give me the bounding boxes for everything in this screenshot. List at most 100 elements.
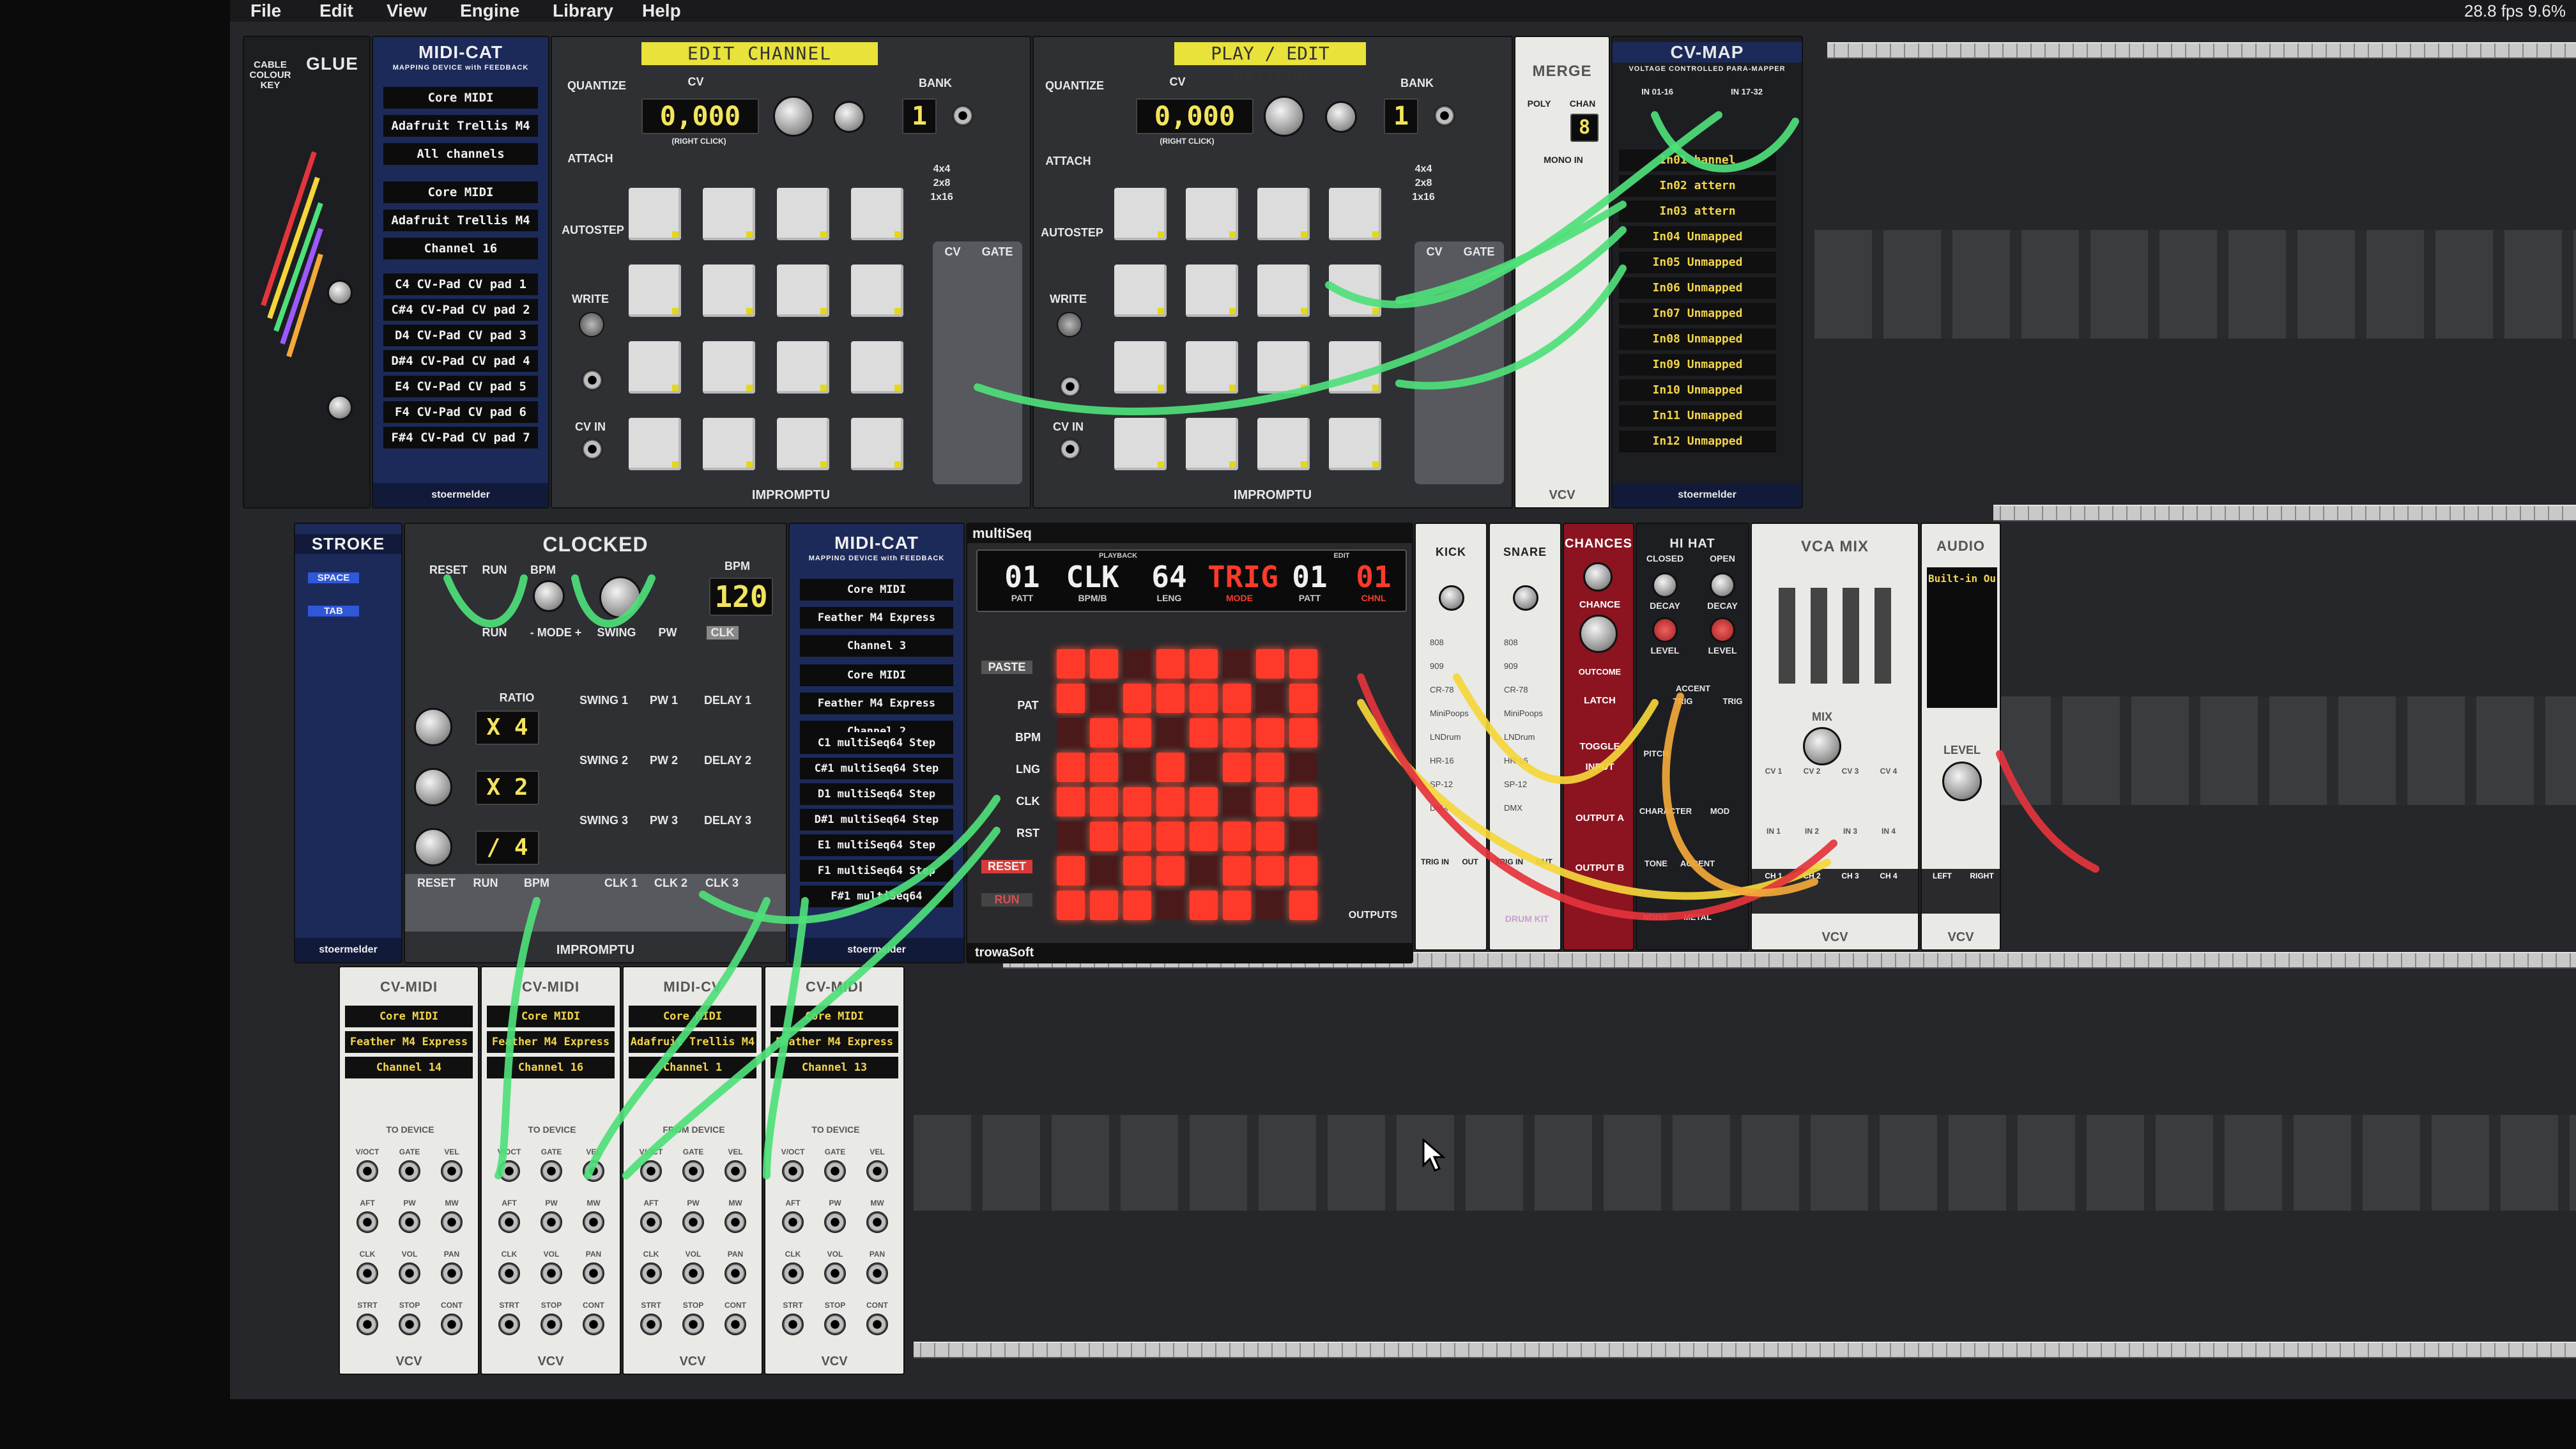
step-button[interactable] xyxy=(1190,787,1218,816)
mapping-slot[interactable]: E1 multiSeq64 Step xyxy=(800,834,953,856)
step-button[interactable] xyxy=(1289,891,1317,920)
step-button[interactable] xyxy=(1090,891,1118,920)
step-button[interactable] xyxy=(1123,856,1151,885)
mapping-slot[interactable]: In03 attern xyxy=(1619,201,1776,222)
chance-knob[interactable] xyxy=(1583,562,1613,592)
step-button[interactable] xyxy=(1190,891,1218,920)
midi-driver[interactable]: Core MIDI xyxy=(345,1006,473,1027)
menu-view[interactable]: View xyxy=(387,0,427,22)
mapping-slot[interactable]: F4 CV-Pad CV pad 6 xyxy=(383,401,538,423)
mapping-slot[interactable]: D4 CV-Pad CV pad 3 xyxy=(383,325,538,346)
step-button[interactable] xyxy=(1057,684,1085,713)
run-button[interactable]: RUN xyxy=(981,893,1032,907)
write-jack[interactable] xyxy=(581,369,603,391)
port-jack[interactable] xyxy=(866,1211,888,1233)
mapping-slot[interactable]: In09 Unmapped xyxy=(1619,354,1776,376)
label-knob[interactable] xyxy=(327,280,353,305)
step-button[interactable] xyxy=(1156,856,1184,885)
cv-value-display[interactable]: 0,000 xyxy=(641,98,759,134)
audio-device-display[interactable]: Built-in Ou xyxy=(1927,567,1997,708)
channel-count-display[interactable]: 8 xyxy=(1570,114,1598,142)
drum-model-option[interactable]: DMX xyxy=(1430,803,1448,813)
midi-device[interactable]: Feather M4 Express xyxy=(487,1031,615,1053)
step-button[interactable] xyxy=(1256,753,1284,782)
open-level-knob[interactable] xyxy=(1710,617,1735,643)
menu-edit[interactable]: Edit xyxy=(319,0,353,22)
port-jack[interactable] xyxy=(356,1314,378,1335)
cv-pad[interactable] xyxy=(851,341,903,394)
step-button[interactable] xyxy=(1057,822,1085,851)
mapping-list[interactable]: C4 CV-Pad CV pad 1 C#4 CV-Pad CV pad 2 D… xyxy=(383,273,538,452)
mapping-slot[interactable]: In01 hannel xyxy=(1619,150,1776,171)
step-button[interactable] xyxy=(1289,718,1317,747)
drum-model-option[interactable]: HR-16 xyxy=(1504,756,1528,765)
step-button[interactable] xyxy=(1123,684,1151,713)
midi-driver[interactable]: Core MIDI xyxy=(383,87,538,109)
cv-pad[interactable] xyxy=(851,418,903,470)
midi-driver[interactable]: Core MIDI xyxy=(487,1006,615,1027)
port-jack[interactable] xyxy=(583,1160,604,1182)
channel-fader[interactable] xyxy=(1779,588,1795,684)
cv-pad[interactable] xyxy=(1329,188,1381,240)
size-2x8[interactable]: 2x8 xyxy=(923,178,961,189)
port-jack[interactable] xyxy=(540,1160,562,1182)
port-jack[interactable] xyxy=(441,1314,463,1335)
step-button[interactable] xyxy=(1256,891,1284,920)
drum-model-option[interactable]: SP-12 xyxy=(1504,779,1527,789)
mapping-slot[interactable]: In02 attern xyxy=(1619,175,1776,197)
snare-model-knob[interactable] xyxy=(1513,585,1538,611)
step-button[interactable] xyxy=(1190,718,1218,747)
step-button[interactable] xyxy=(1123,822,1151,851)
menu-help[interactable]: Help xyxy=(642,0,681,22)
menu-library[interactable]: Library xyxy=(553,0,613,22)
port-jack[interactable] xyxy=(356,1262,378,1284)
cv-pad[interactable] xyxy=(1329,264,1381,317)
midi-device[interactable]: Feather M4 Express xyxy=(345,1031,473,1053)
opacity-knob[interactable] xyxy=(327,395,353,420)
step-button[interactable] xyxy=(1223,822,1251,851)
mapping-slot[interactable]: F1 multiSeq64 Step xyxy=(800,860,953,882)
cv-fine-knob[interactable] xyxy=(833,101,865,133)
step-button[interactable] xyxy=(1057,787,1085,816)
cv-in-jack[interactable] xyxy=(581,438,603,460)
step-button[interactable] xyxy=(1156,718,1184,747)
port-jack[interactable] xyxy=(724,1211,746,1233)
step-button[interactable] xyxy=(1289,787,1317,816)
port-jack[interactable] xyxy=(583,1211,604,1233)
midi-driver[interactable]: Core MIDI xyxy=(383,181,538,203)
midi-input-selector[interactable]: Core MIDI Feather M4 Express Channel 3 xyxy=(800,579,953,663)
mapping-slot[interactable]: F#4 CV-Pad CV pad 7 xyxy=(383,427,538,448)
channel-fader[interactable] xyxy=(1843,588,1859,684)
step-button[interactable] xyxy=(1090,684,1118,713)
port-jack[interactable] xyxy=(782,1211,804,1233)
step-button[interactable] xyxy=(1223,891,1251,920)
step-button[interactable] xyxy=(1223,684,1251,713)
step-button[interactable] xyxy=(1289,753,1317,782)
midi-channel[interactable]: Channel 13 xyxy=(770,1057,898,1078)
step-button[interactable] xyxy=(1123,891,1151,920)
step-button[interactable] xyxy=(1123,753,1151,782)
mapping-slot[interactable]: In07 Unmapped xyxy=(1619,303,1776,325)
step-button[interactable] xyxy=(1190,753,1218,782)
step-button[interactable] xyxy=(1156,822,1184,851)
drum-model-option[interactable]: LNDrum xyxy=(1430,732,1460,742)
midi-device-selector[interactable]: Core MIDI Feather M4 Express Channel 14 xyxy=(345,1006,473,1082)
port-jack[interactable] xyxy=(498,1211,520,1233)
port-jack[interactable] xyxy=(399,1314,420,1335)
midi-device[interactable]: Feather M4 Express xyxy=(800,693,953,714)
port-jack[interactable] xyxy=(782,1314,804,1335)
mapping-slot[interactable]: In11 Unmapped xyxy=(1619,405,1776,427)
step-button[interactable] xyxy=(1223,856,1251,885)
bank-display[interactable]: 1 xyxy=(1384,98,1418,134)
port-jack[interactable] xyxy=(498,1314,520,1335)
step-button[interactable] xyxy=(1190,822,1218,851)
midi-input-selector[interactable]: Core MIDI Adafruit Trellis M4 All channe… xyxy=(383,87,538,171)
step-button[interactable] xyxy=(1256,787,1284,816)
step-button[interactable] xyxy=(1156,753,1184,782)
cv-pad[interactable] xyxy=(1329,341,1381,394)
step-button[interactable] xyxy=(1256,856,1284,885)
port-jack[interactable] xyxy=(724,1160,746,1182)
step-button[interactable] xyxy=(1057,753,1085,782)
bank-cv-jack[interactable] xyxy=(952,105,974,126)
ratio-2-knob[interactable] xyxy=(414,768,452,806)
